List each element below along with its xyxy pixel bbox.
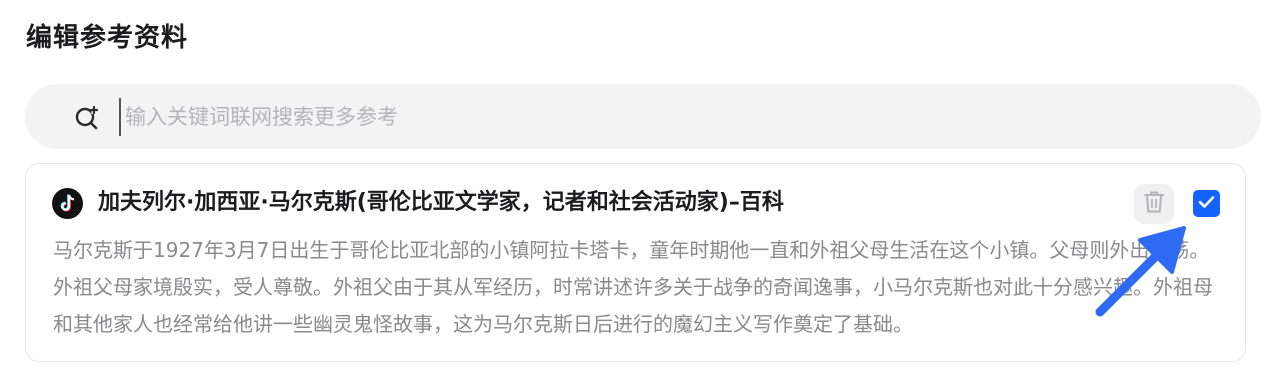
search-bar[interactable] <box>25 84 1261 149</box>
page-title: 编辑参考资料 <box>26 23 189 53</box>
tiktok-logo-icon <box>52 188 83 219</box>
search-plus-icon <box>73 103 101 131</box>
reference-card[interactable]: 加夫列尔·加西亚·马尔克斯(哥伦比亚文学家，记者和社会活动家)–百科 马尔克斯于… <box>25 163 1246 362</box>
search-input[interactable] <box>119 98 1225 136</box>
trash-icon <box>1143 190 1165 218</box>
checkmark-icon <box>1198 194 1215 213</box>
reference-title[interactable]: 加夫列尔·加西亚·马尔克斯(哥伦比亚文学家，记者和社会活动家)–百科 <box>98 186 784 220</box>
select-checkbox[interactable] <box>1193 190 1220 217</box>
reference-snippet: 马尔克斯于1927年3月7日出生于哥伦比亚北部的小镇阿拉卡塔卡，童年时期他一直和… <box>53 238 1213 336</box>
delete-button[interactable] <box>1134 184 1174 224</box>
edit-references-panel: 编辑参考资料 加夫列尔·加西亚·马尔克斯(哥伦比亚文学家，记者和社会活动家)–百… <box>0 0 1280 366</box>
